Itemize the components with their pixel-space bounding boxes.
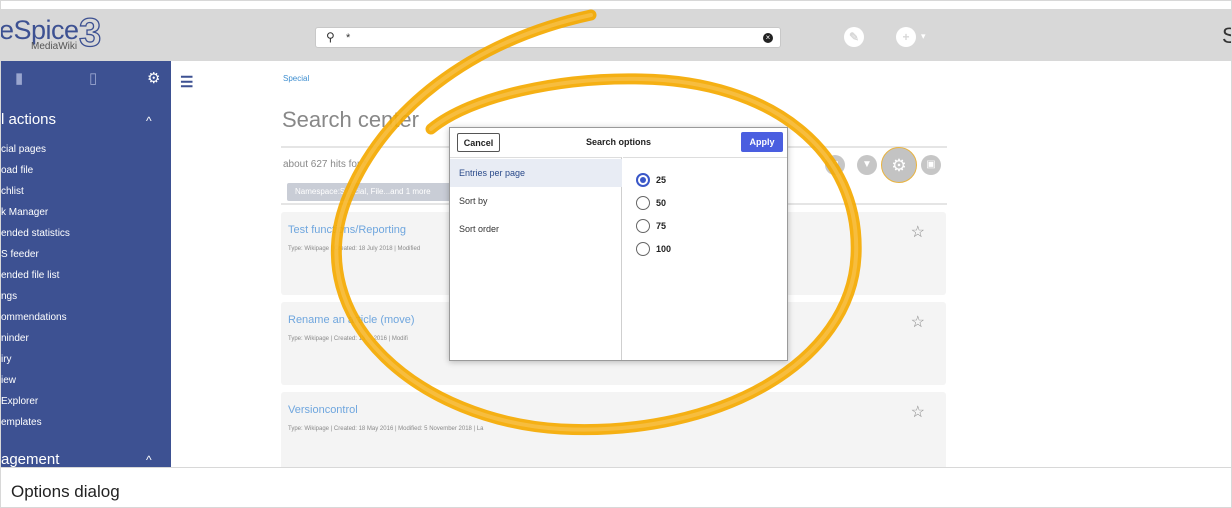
star-icon[interactable]: ☆ xyxy=(911,312,925,332)
radio-label: 25 xyxy=(656,175,667,185)
sidebar-item[interactable]: emplates xyxy=(1,412,171,433)
radio-icon[interactable] xyxy=(636,219,650,233)
app-window: eSpice 3 MediaWiki ⚲ × ✎ + ▾ S ▮ ▯ ⚙ l a… xyxy=(0,0,1232,508)
sidebar-item[interactable]: ninder xyxy=(1,328,171,349)
sidebar-item[interactable]: ommendations xyxy=(1,307,171,328)
star-icon[interactable]: ☆ xyxy=(911,402,925,422)
radio-icon[interactable] xyxy=(636,242,650,256)
sidebar-item[interactable]: ended statistics xyxy=(1,223,171,244)
option-sort-by[interactable]: Sort by xyxy=(450,187,622,215)
hamburger-icon[interactable]: ☰ xyxy=(180,73,193,91)
book-icon[interactable]: ▮ xyxy=(15,69,23,87)
radio-50[interactable]: 50 xyxy=(636,196,736,212)
sidebar-item[interactable]: cial pages xyxy=(1,139,171,160)
logo[interactable]: eSpice 3 MediaWiki xyxy=(1,9,111,59)
plus-icon[interactable]: + xyxy=(896,27,916,47)
dialog-header: Cancel Search options Apply xyxy=(450,128,787,157)
radio-75[interactable]: 75 xyxy=(636,219,736,235)
pencil-icon[interactable]: ✎ xyxy=(844,27,864,47)
dialog-title: Search options xyxy=(586,137,652,147)
page-title: Search center xyxy=(282,107,419,132)
gear-icon[interactable]: ⚙ xyxy=(147,69,160,87)
radio-25[interactable]: 25 xyxy=(636,173,736,189)
filter-chip[interactable]: Namespace:Special, File...and 1 more xyxy=(287,183,451,201)
radio-label: 50 xyxy=(656,198,667,208)
logo-subtitle: MediaWiki xyxy=(31,41,78,52)
apply-button[interactable]: Apply xyxy=(741,132,783,152)
caption-bar: Options dialog xyxy=(1,467,1231,507)
option-values: 25 50 75 100 xyxy=(623,157,787,360)
sidebar-group-title[interactable]: l actions xyxy=(1,111,56,128)
result-card: Versioncontrol Type: Wikipage | Created:… xyxy=(281,392,946,475)
sidebar-item[interactable]: Explorer xyxy=(1,391,171,412)
settings-icon[interactable]: ⚙ xyxy=(881,147,917,183)
clear-icon[interactable]: × xyxy=(763,33,773,43)
radio-label: 75 xyxy=(656,221,667,231)
result-title[interactable]: Test functions/Reporting xyxy=(288,224,406,236)
result-title[interactable]: Rename an article (move) xyxy=(288,314,415,326)
radio-label: 100 xyxy=(656,244,672,254)
chevron-up-icon[interactable]: ^ xyxy=(146,453,152,467)
add-menu-caret-icon[interactable]: ▾ xyxy=(921,31,926,42)
option-list: Entries per page Sort by Sort order xyxy=(450,157,622,360)
result-meta: Type: Wikipage | Created: 18 July 2018 |… xyxy=(288,246,421,252)
radio-100[interactable]: 100 xyxy=(636,242,736,258)
search-input[interactable] xyxy=(346,30,726,45)
result-meta: Type: Wikipage | Created: 18 May 2016 | … xyxy=(288,426,484,432)
user-menu[interactable]: S xyxy=(1222,23,1231,49)
sidebar-item[interactable]: k Manager xyxy=(1,202,171,223)
radio-icon[interactable] xyxy=(636,196,650,210)
sidebar-item[interactable]: chlist xyxy=(1,181,171,202)
logo-number: 3 xyxy=(78,10,102,55)
caption-text: Options dialog xyxy=(11,482,120,501)
sidebar-item[interactable]: iew xyxy=(1,370,171,391)
filter-icon[interactable]: ▼ xyxy=(857,155,877,175)
star-icon[interactable]: ☆ xyxy=(911,222,925,242)
breadcrumb[interactable]: Special xyxy=(283,74,309,83)
sidebar: ▮ ▯ ⚙ l actions ^ cial pages oad file ch… xyxy=(1,61,171,467)
sidebar-item[interactable]: iry xyxy=(1,349,171,370)
result-title[interactable]: Versioncontrol xyxy=(288,404,358,416)
option-entries-per-page[interactable]: Entries per page xyxy=(450,159,622,187)
search-bar[interactable]: ⚲ × xyxy=(315,27,781,48)
export-icon[interactable]: ↗ xyxy=(825,155,845,175)
save-icon[interactable]: ▣ xyxy=(921,155,941,175)
result-meta: Type: Wikipage | Created: 13 ... 2016 | … xyxy=(288,336,408,342)
sidebar-list: cial pages oad file chlist k Manager end… xyxy=(1,139,171,433)
radio-selected-icon[interactable] xyxy=(636,173,650,187)
chevron-up-icon[interactable]: ^ xyxy=(146,114,152,128)
clipboard-icon[interactable]: ▯ xyxy=(89,69,97,87)
hit-count: about 627 hits for * xyxy=(283,159,367,170)
sidebar-item[interactable]: oad file xyxy=(1,160,171,181)
sidebar-item[interactable]: ended file list xyxy=(1,265,171,286)
cancel-button[interactable]: Cancel xyxy=(457,133,500,152)
search-options-dialog: Cancel Search options Apply Entries per … xyxy=(449,127,788,361)
sidebar-item[interactable]: ngs xyxy=(1,286,171,307)
search-icon: ⚲ xyxy=(326,30,335,44)
sidebar-group2-title[interactable]: agement xyxy=(1,451,59,467)
sidebar-item[interactable]: S feeder xyxy=(1,244,171,265)
option-sort-order[interactable]: Sort order xyxy=(450,215,622,243)
sidebar-tabs: ▮ ▯ ⚙ xyxy=(1,61,171,95)
